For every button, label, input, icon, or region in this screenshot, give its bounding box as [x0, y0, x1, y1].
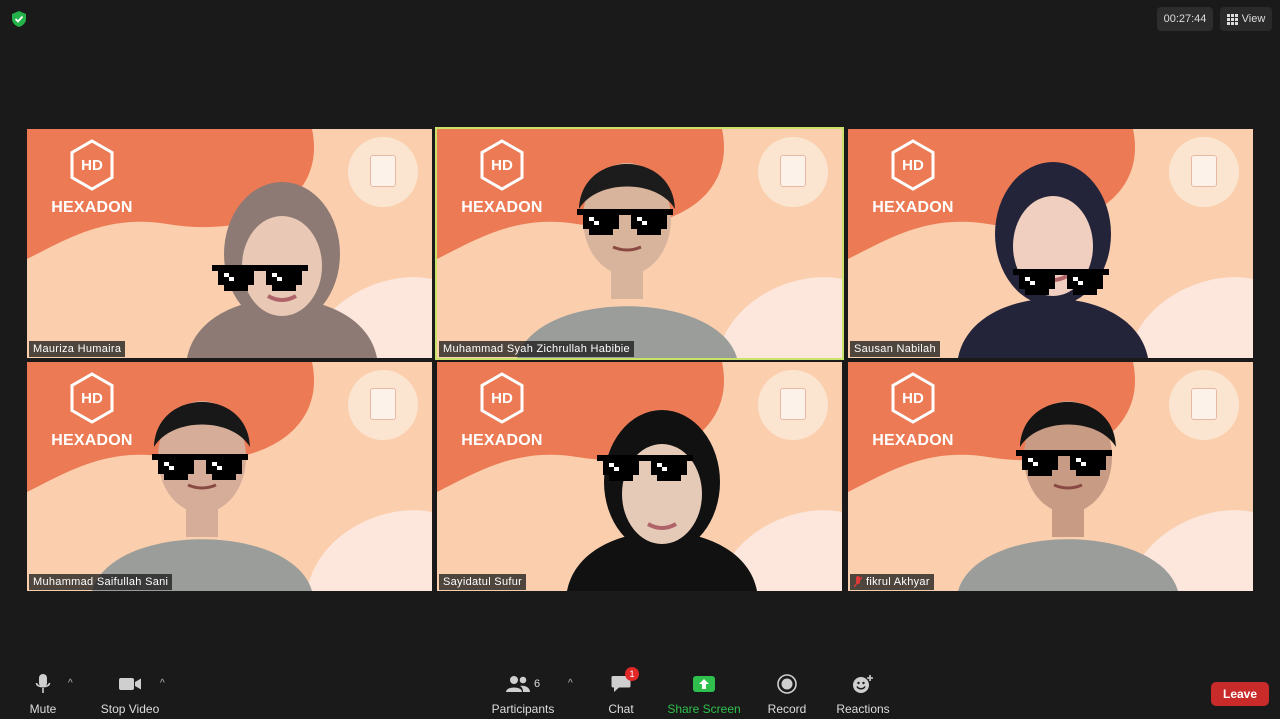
grid-view-icon — [1226, 13, 1238, 25]
brand-name: HEXADON — [461, 199, 543, 216]
sticker-badge — [1169, 370, 1239, 440]
brand-name: HEXADON — [51, 199, 133, 216]
participant-count: 6 — [533, 678, 541, 690]
video-options-caret[interactable]: ^ — [160, 678, 165, 689]
microphone-icon — [35, 674, 51, 693]
chat-button[interactable]: 1 Chat — [606, 667, 639, 716]
stop-video-button[interactable]: Stop Video — [98, 672, 162, 716]
brand-name: HEXADON — [872, 432, 954, 449]
hexadon-logo: HD HEXADON — [449, 139, 559, 219]
video-tile[interactable]: HD HEXADON Sausan Nabilah — [848, 129, 1253, 358]
pixel-sunglasses — [152, 454, 248, 480]
pixel-sunglasses — [1013, 269, 1109, 295]
participants-icon — [505, 676, 530, 692]
reactions-label: Reactions — [836, 702, 890, 716]
video-tile[interactable]: HD HEXADON Mauriza Humaira — [27, 129, 432, 358]
participant-name: fikrul Akhyar — [866, 576, 930, 588]
logo-mark: HD — [902, 390, 924, 407]
brand-name: HEXADON — [51, 432, 133, 449]
mute-label: Mute — [29, 702, 57, 716]
hexadon-logo: HD HEXADON — [449, 372, 559, 452]
hexadon-logo: HD HEXADON — [860, 139, 970, 219]
meeting-toolbar: Mute ^ Stop Video ^ 6 Participants ^ 1 C… — [0, 664, 1280, 719]
logo-mark: HD — [902, 157, 924, 174]
mute-button[interactable]: Mute — [26, 672, 60, 716]
hexadon-logo: HD HEXADON — [39, 372, 149, 452]
chat-unread-badge: 1 — [625, 667, 639, 681]
record-button[interactable]: Record — [768, 672, 806, 716]
sticker-badge — [1169, 137, 1239, 207]
audio-options-caret[interactable]: ^ — [68, 678, 73, 689]
sticker-badge — [758, 370, 828, 440]
stop-video-label: Stop Video — [100, 702, 160, 716]
pixel-sunglasses — [597, 455, 693, 481]
participants-options-caret[interactable]: ^ — [568, 678, 573, 689]
leave-button[interactable]: Leave — [1211, 682, 1269, 706]
share-screen-icon — [693, 676, 715, 692]
sticker-badge — [348, 370, 418, 440]
participant-name-tag: Sayidatul Sufur — [439, 574, 527, 590]
brand-name: HEXADON — [461, 432, 543, 449]
participants-label: Participants — [491, 702, 555, 716]
hexadon-logo: HD HEXADON — [39, 139, 149, 219]
sticker-badge — [758, 137, 828, 207]
hexagon-icon: HD — [891, 139, 935, 191]
participant-name-tag: Sausan Nabilah — [850, 341, 940, 357]
video-camera-icon — [119, 678, 141, 690]
chat-label: Chat — [608, 702, 634, 716]
security-shield-icon[interactable] — [10, 10, 28, 28]
video-tile[interactable]: HD HEXADON Muhammad Syah Zichrullah Habi… — [435, 127, 844, 360]
participant-name: Muhammad Saifullah Sani — [33, 576, 169, 588]
brand-name: HEXADON — [872, 199, 954, 216]
pixel-sunglasses — [1016, 450, 1112, 476]
video-tile[interactable]: HD HEXADON Sayidatul Sufur — [437, 362, 842, 591]
logo-mark: HD — [81, 390, 103, 407]
reactions-button[interactable]: Reactions — [836, 672, 890, 716]
participant-name: Mauriza Humaira — [33, 343, 122, 355]
share-screen-label: Share Screen — [667, 702, 741, 716]
participant-name: Sayidatul Sufur — [443, 576, 523, 588]
participant-name-tag: Mauriza Humaira — [29, 341, 126, 357]
hexadon-logo: HD HEXADON — [860, 372, 970, 452]
logo-mark: HD — [81, 157, 103, 174]
participant-name: Sausan Nabilah — [854, 343, 936, 355]
muted-microphone-icon — [854, 576, 862, 588]
participant-name: Muhammad Syah Zichrullah Habibie — [443, 343, 630, 355]
sticker-badge — [348, 137, 418, 207]
participant-name-tag: Muhammad Saifullah Sani — [29, 574, 173, 590]
video-tile[interactable]: HD HEXADON fikrul Akhyar — [848, 362, 1253, 591]
hexagon-icon: HD — [891, 372, 935, 424]
smiley-icon — [853, 675, 873, 693]
pixel-sunglasses — [212, 265, 308, 291]
participant-name-tag: Muhammad Syah Zichrullah Habibie — [439, 341, 634, 357]
record-label: Record — [767, 702, 807, 716]
logo-mark: HD — [491, 157, 513, 174]
meeting-timer: 00:27:44 — [1157, 7, 1213, 31]
video-tile[interactable]: HD HEXADON Muhammad Saifullah Sani — [27, 362, 432, 591]
view-button[interactable]: View — [1220, 7, 1272, 31]
participants-button[interactable]: 6 Participants — [492, 672, 554, 716]
hexagon-icon: HD — [480, 372, 524, 424]
hexagon-icon: HD — [480, 139, 524, 191]
share-screen-button[interactable]: Share Screen — [667, 672, 741, 716]
hexagon-icon: HD — [70, 139, 114, 191]
hexagon-icon: HD — [70, 372, 114, 424]
pixel-sunglasses — [577, 209, 673, 235]
view-label: View — [1241, 13, 1266, 25]
logo-mark: HD — [491, 390, 513, 407]
participant-name-tag: fikrul Akhyar — [850, 574, 934, 590]
record-icon — [777, 674, 797, 694]
